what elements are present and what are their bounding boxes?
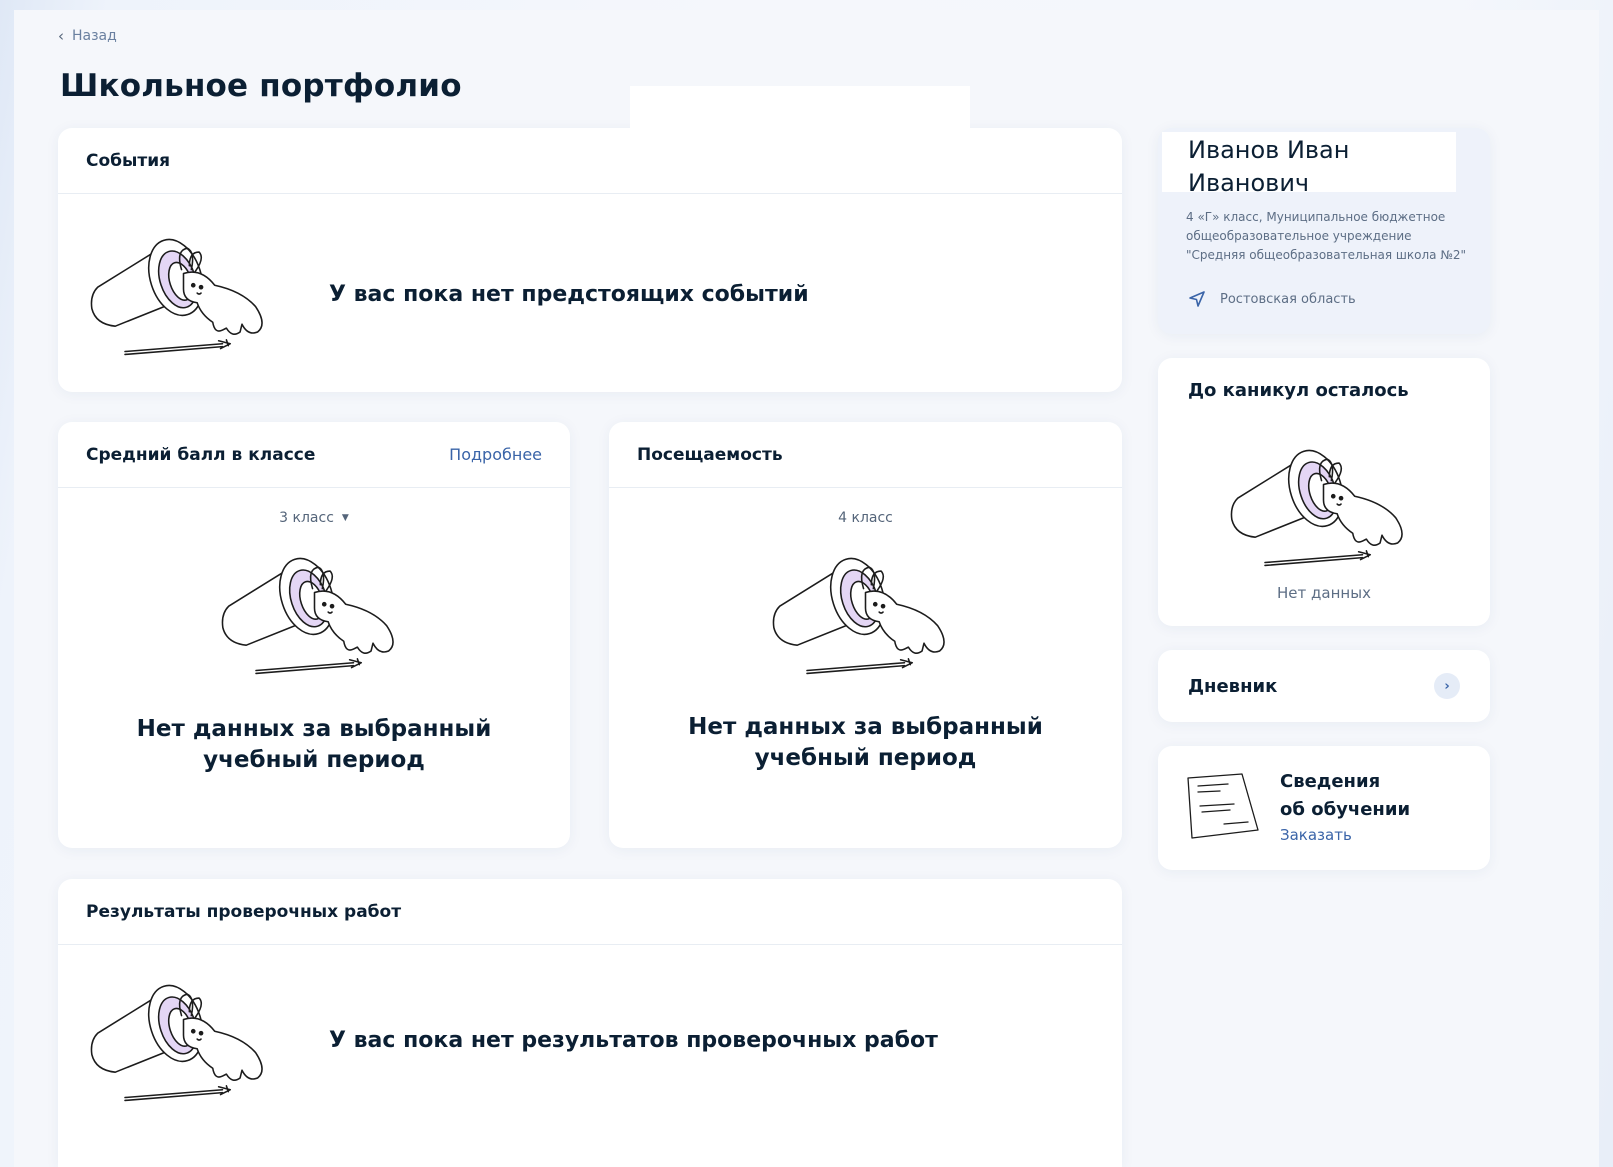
- events-empty-state: У вас пока нет предстоящих событий: [58, 194, 1122, 392]
- student-name-line2: Иванович: [1188, 169, 1310, 197]
- diary-card[interactable]: Дневник ›: [1158, 650, 1490, 722]
- class-period-value: 3 класс: [279, 510, 334, 526]
- attendance-period-value: 4 класс: [838, 510, 893, 526]
- back-link[interactable]: ‹ Назад: [58, 27, 117, 45]
- avg-grade-header: Средний балл в классе Подробнее: [58, 422, 570, 488]
- empty-state-illustration: [217, 548, 412, 678]
- school-info: 4 «Г» класс, Муниципальное бюджетное общ…: [1186, 210, 1466, 262]
- diary-title: Дневник: [1188, 675, 1278, 697]
- location-arrow-icon: [1189, 291, 1205, 307]
- education-info-title: Сведения об обучении: [1280, 768, 1410, 824]
- chevron-right-icon[interactable]: ›: [1434, 673, 1460, 699]
- page-title: Школьное портфолио: [60, 68, 462, 104]
- profile-card: Иванов Иван Иванович 4 «Г» класс, Муници…: [1158, 128, 1490, 334]
- avg-grade-empty-text: Нет данных за выбранный учебный период: [137, 714, 492, 776]
- attendance-body: 4 класс Нет данных за выбранный учебный …: [609, 488, 1122, 774]
- class-period-select[interactable]: 3 класс ▼: [279, 510, 349, 526]
- attendance-header: Посещаемость: [609, 422, 1122, 488]
- events-empty-text: У вас пока нет предстоящих событий: [329, 281, 809, 307]
- avg-grade-empty-line1: Нет данных за выбранный: [136, 716, 492, 742]
- details-link[interactable]: Подробнее: [449, 445, 542, 464]
- attendance-empty-line1: Нет данных за выбранный: [688, 714, 1043, 740]
- attendance-empty-line2: учебный период: [754, 745, 977, 771]
- caret-down-icon: ▼: [341, 513, 349, 523]
- redaction-block: [630, 86, 970, 192]
- avg-grade-title: Средний балл в классе: [86, 444, 316, 465]
- chevron-left-icon: ‹: [58, 27, 64, 45]
- attendance-period: 4 класс: [838, 510, 893, 526]
- education-info-title-line2: об обучении: [1280, 799, 1411, 820]
- tests-card: Результаты проверочных работ У вас пока …: [58, 879, 1122, 1167]
- back-label: Назад: [72, 28, 117, 44]
- student-name: Иванов Иван Иванович: [1162, 132, 1456, 197]
- document-icon: [1187, 773, 1259, 839]
- vacation-card: До каникул осталось Нет данных: [1158, 358, 1490, 626]
- tests-empty-state: У вас пока нет результатов проверочных р…: [58, 945, 1122, 1135]
- vacation-empty-text: Нет данных: [1277, 584, 1371, 602]
- education-info-card: Сведения об обучении Заказать: [1158, 746, 1490, 870]
- attendance-card: Посещаемость 4 класс Нет данных за выбра…: [609, 422, 1122, 848]
- avg-grade-body: 3 класс ▼ Нет данных за выбранный учебны…: [58, 488, 570, 776]
- attendance-empty-text: Нет данных за выбранный учебный период: [688, 712, 1043, 774]
- events-title: События: [86, 150, 171, 171]
- student-name-line1: Иванов Иван: [1188, 136, 1350, 164]
- region-label: Ростовская область: [1220, 291, 1356, 307]
- empty-state-illustration: [86, 229, 281, 359]
- region-info: Ростовская область: [1188, 290, 1356, 308]
- education-info-title-line1: Сведения: [1280, 771, 1381, 792]
- empty-state-illustration: [768, 548, 963, 678]
- avg-grade-card: Средний балл в классе Подробнее 3 класс …: [58, 422, 570, 848]
- empty-state-illustration: [1226, 440, 1421, 570]
- empty-state-illustration: [86, 975, 281, 1105]
- avg-grade-empty-line2: учебный период: [203, 747, 425, 773]
- tests-empty-text: У вас пока нет результатов проверочных р…: [329, 1027, 938, 1053]
- vacation-title: До каникул осталось: [1188, 380, 1409, 401]
- attendance-title: Посещаемость: [637, 444, 783, 465]
- tests-card-header: Результаты проверочных работ: [58, 879, 1122, 945]
- order-link[interactable]: Заказать: [1280, 826, 1352, 844]
- tests-title: Результаты проверочных работ: [86, 901, 402, 922]
